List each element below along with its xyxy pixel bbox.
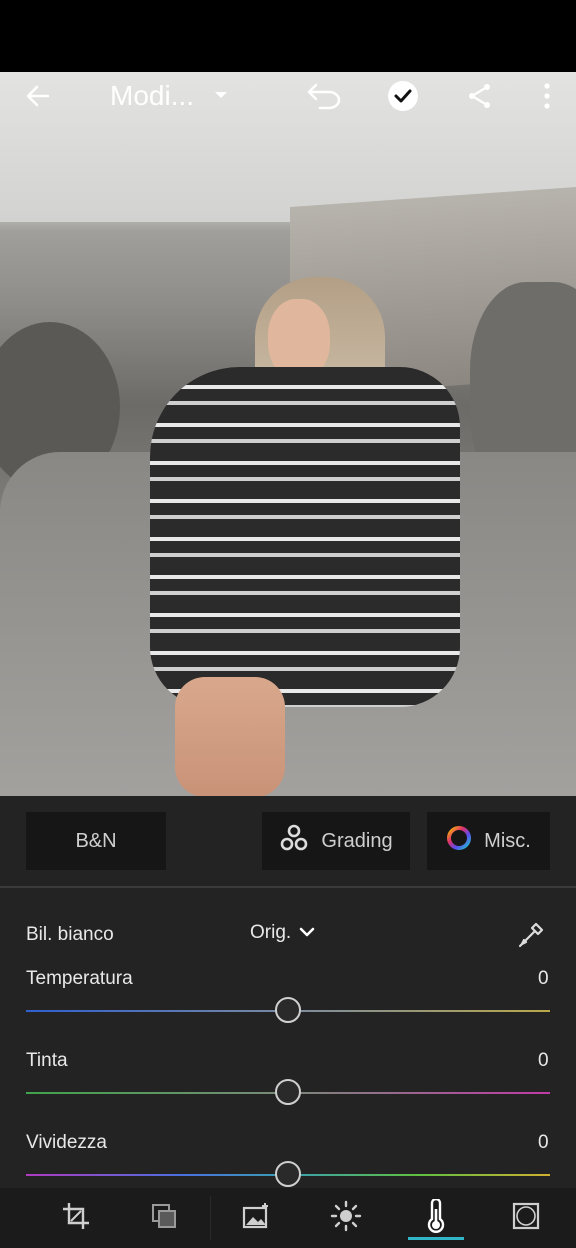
temperature-thumb[interactable] bbox=[275, 997, 301, 1023]
temperature-label: Temperatura bbox=[26, 968, 133, 989]
tint-slider[interactable] bbox=[26, 1078, 550, 1108]
more-vertical-icon[interactable] bbox=[527, 76, 567, 116]
grading-icon bbox=[279, 823, 309, 859]
status-bar bbox=[0, 0, 576, 72]
chevron-down-icon bbox=[214, 87, 228, 105]
temperature-value: 0 bbox=[538, 968, 549, 989]
page-title: Modi... bbox=[110, 80, 195, 111]
white-balance-label: Bil. bianco bbox=[26, 924, 114, 945]
tab-misc[interactable]: Misc. bbox=[427, 812, 550, 870]
chevron-down-icon bbox=[299, 922, 315, 944]
edit-tabs: B&N Grading Misc. bbox=[0, 796, 576, 888]
share-icon[interactable] bbox=[460, 76, 500, 116]
tint-label: Tinta bbox=[26, 1050, 68, 1071]
edit-panel: B&N Grading Misc. Bil. bianco Orig. Temp… bbox=[0, 796, 576, 1188]
tab-grading-label: Grading bbox=[321, 829, 393, 852]
presets-icon[interactable] bbox=[142, 1196, 186, 1236]
back-arrow-icon[interactable] bbox=[18, 76, 58, 116]
active-tool-indicator bbox=[408, 1237, 464, 1240]
photo-subject bbox=[150, 277, 510, 796]
color-temperature-icon[interactable] bbox=[414, 1196, 458, 1236]
photo-subject-sweater bbox=[150, 367, 460, 707]
checkmark-icon[interactable] bbox=[383, 76, 423, 116]
file-title-dropdown[interactable]: Modi... bbox=[110, 78, 228, 114]
photo-canvas[interactable] bbox=[0, 72, 576, 796]
white-balance-dropdown[interactable]: Orig. bbox=[250, 922, 315, 944]
color-wheel-icon bbox=[446, 825, 472, 857]
top-bar: Modi... bbox=[0, 72, 576, 120]
tab-bw[interactable]: B&N bbox=[26, 812, 166, 870]
toolbar-divider bbox=[210, 1196, 211, 1240]
image-enhance-icon[interactable] bbox=[234, 1196, 278, 1236]
photo-subject-legs bbox=[175, 677, 285, 796]
crop-icon[interactable] bbox=[54, 1196, 98, 1236]
vibrance-slider[interactable] bbox=[26, 1160, 550, 1190]
undo-icon[interactable] bbox=[305, 76, 345, 116]
bottom-toolbar bbox=[0, 1188, 576, 1248]
tint-thumb[interactable] bbox=[275, 1079, 301, 1105]
tab-grading[interactable]: Grading bbox=[262, 812, 410, 870]
white-balance-value: Orig. bbox=[250, 922, 292, 943]
vibrance-thumb[interactable] bbox=[275, 1161, 301, 1187]
vibrance-value: 0 bbox=[538, 1132, 549, 1153]
vignette-icon[interactable] bbox=[504, 1196, 548, 1236]
tint-value: 0 bbox=[538, 1050, 549, 1071]
tab-bw-label: B&N bbox=[75, 829, 117, 852]
light-icon[interactable] bbox=[324, 1196, 368, 1236]
temperature-slider[interactable] bbox=[26, 996, 550, 1026]
vibrance-label: Vividezza bbox=[26, 1132, 107, 1153]
eyedropper-icon[interactable] bbox=[516, 918, 548, 950]
tab-misc-label: Misc. bbox=[484, 829, 531, 852]
